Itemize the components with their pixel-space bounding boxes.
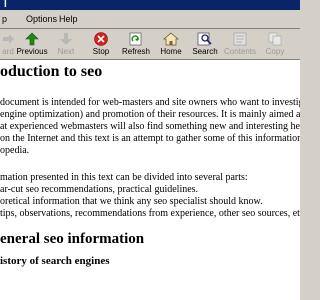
document-view[interactable]: oduction to seo document is intended for… bbox=[0, 60, 300, 300]
copy-label: Copy bbox=[265, 47, 285, 56]
part-item-1: ar-cut seo recommendations, practical gu… bbox=[0, 184, 199, 195]
menu-options[interactable]: Options bbox=[26, 10, 57, 28]
refresh-label: Refresh bbox=[121, 47, 150, 56]
contents-label: Contents bbox=[223, 47, 257, 56]
stop-button[interactable]: Stop bbox=[83, 29, 119, 59]
stop-label: Stop bbox=[92, 47, 110, 56]
subsection-heading: istory of search engines bbox=[0, 255, 110, 267]
window-title-bar[interactable]: l bbox=[0, 0, 300, 10]
menu-file[interactable]: p bbox=[2, 10, 7, 28]
copy-button[interactable]: Copy bbox=[257, 29, 293, 59]
previous-button[interactable]: Previous bbox=[14, 29, 50, 59]
intro-line-3: at experienced webmasters will also find… bbox=[0, 121, 300, 132]
part-item-2: oretical information that we think any s… bbox=[0, 196, 263, 207]
window-title: l bbox=[4, 0, 7, 10]
search-icon bbox=[197, 32, 212, 46]
copy-icon bbox=[268, 32, 282, 46]
part-item-3: tips, observations, recommendations from… bbox=[0, 208, 300, 219]
document-title: oduction to seo bbox=[0, 63, 103, 80]
next-label: Next bbox=[57, 47, 75, 56]
toolbar: ard Previous Next Stop Refresh Home Sear… bbox=[0, 29, 300, 60]
stop-icon bbox=[94, 32, 108, 46]
home-icon bbox=[163, 32, 179, 46]
menu-bar: p Options Help bbox=[0, 10, 300, 29]
section-heading: eneral seo information bbox=[0, 231, 145, 247]
menu-help[interactable]: Help bbox=[59, 10, 78, 28]
menu-options-label: Options bbox=[26, 14, 58, 24]
previous-label: Previous bbox=[16, 47, 48, 56]
next-icon bbox=[60, 33, 72, 45]
home-button[interactable]: Home bbox=[153, 29, 189, 59]
previous-icon bbox=[25, 32, 39, 46]
home-label: Home bbox=[160, 47, 182, 56]
contents-icon bbox=[233, 32, 247, 46]
next-button[interactable]: Next bbox=[48, 29, 84, 59]
intro-line-4: on the Internet and this text is an atte… bbox=[0, 133, 300, 144]
search-label: Search bbox=[192, 47, 218, 56]
intro-line-2: engine optimization) and promotion of th… bbox=[0, 109, 300, 120]
contents-button[interactable]: Contents bbox=[222, 29, 258, 59]
intro-line-5: opedia. bbox=[0, 145, 30, 156]
search-button[interactable]: Search bbox=[187, 29, 223, 59]
parts-intro: mation presented in this text can be div… bbox=[0, 172, 248, 183]
refresh-button[interactable]: Refresh bbox=[118, 29, 154, 59]
refresh-icon bbox=[129, 32, 142, 46]
intro-line-1: document is intended for web-masters and… bbox=[0, 97, 300, 108]
